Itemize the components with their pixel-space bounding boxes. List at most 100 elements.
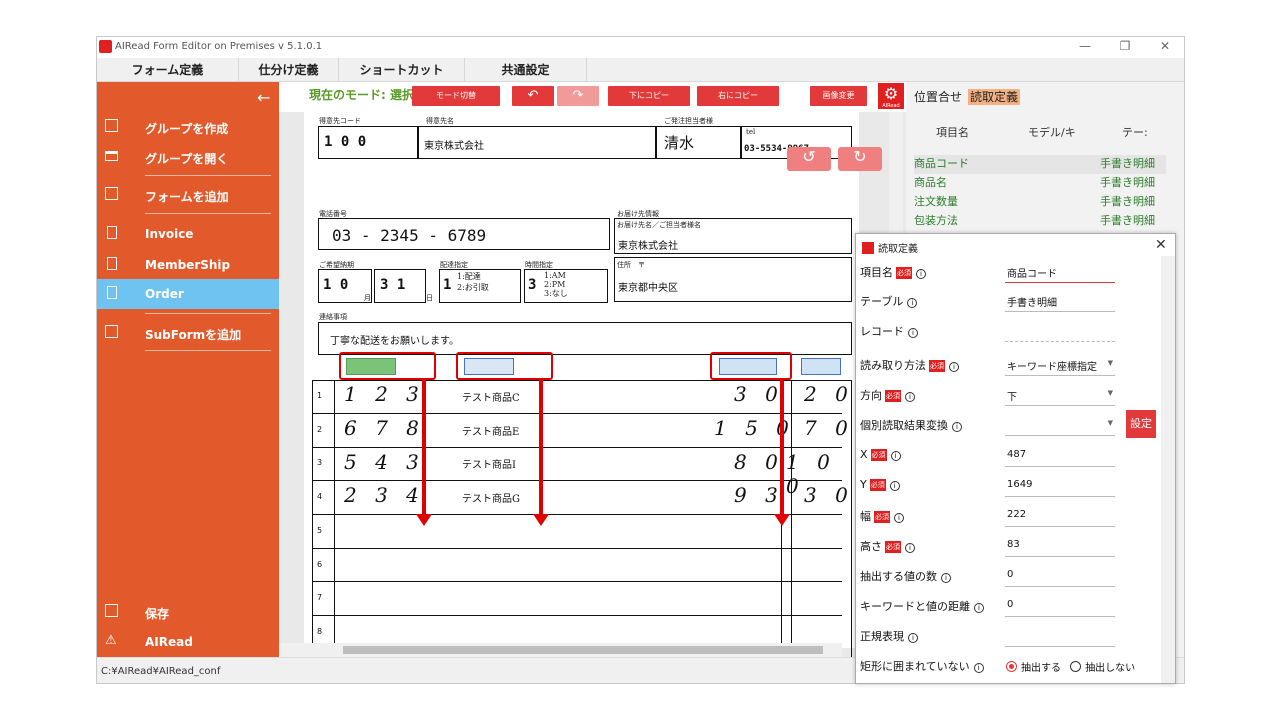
airead-brand: ⚠ AIRead: [97, 627, 279, 657]
info-icon[interactable]: i: [905, 543, 915, 553]
due-month-value: 1 0: [323, 277, 349, 293]
tab-position[interactable]: 位置合せ: [914, 90, 962, 104]
horizontal-scrollbar[interactable]: [279, 643, 842, 657]
minimize-button[interactable]: —: [1075, 39, 1095, 55]
info-icon[interactable]: i: [941, 573, 951, 583]
field-marker[interactable]: [801, 358, 841, 375]
info-icon[interactable]: i: [890, 451, 901, 461]
keyword-distance-input[interactable]: 0: [1005, 599, 1115, 617]
sidebar-item-invoice[interactable]: Invoice: [97, 219, 279, 249]
info-icon[interactable]: i: [908, 633, 918, 643]
field-name: 商品コード: [914, 157, 969, 170]
mode-switch-button[interactable]: モード切替: [412, 86, 500, 106]
rotate-left-button[interactable]: ↺: [787, 147, 831, 171]
info-icon[interactable]: i: [952, 422, 962, 432]
height-input[interactable]: 83: [1005, 539, 1115, 557]
extract-count-input[interactable]: 0: [1005, 569, 1115, 587]
y-input[interactable]: 1649: [1005, 479, 1115, 497]
radio-extract[interactable]: [1006, 661, 1017, 672]
copy-right-button[interactable]: 右にコピー: [697, 86, 779, 106]
result-conversion-select[interactable]: ▼: [1005, 418, 1115, 436]
time-spec-options: 1:AM 2:PM 3:なし: [544, 271, 568, 298]
plus-square-icon: [105, 325, 118, 338]
info-icon[interactable]: i: [907, 298, 918, 308]
info-icon[interactable]: i: [889, 481, 900, 491]
info-icon[interactable]: i: [949, 362, 959, 372]
field-table: 手書き明細: [1100, 176, 1155, 189]
read-method-select[interactable]: キーワード座標指定 ▼: [1005, 358, 1115, 376]
menu-common-settings[interactable]: 共通設定: [465, 58, 587, 82]
row-name: テスト商品E: [462, 427, 520, 438]
toolbar: 現在のモード: 選択 モード切替 ↶ ↷ 下にコピー 右にコピー 画像変更 ⚙ …: [279, 82, 906, 112]
rotate-right-button[interactable]: ↻: [838, 147, 882, 171]
down-arrow: [422, 380, 426, 515]
sidebar-item-label: フォームを追加: [145, 190, 229, 204]
document-icon: [107, 257, 117, 270]
prop-label: X: [860, 448, 868, 461]
column-header-model: モデル/キ: [1028, 126, 1076, 139]
info-icon[interactable]: i: [973, 663, 984, 673]
field-row[interactable]: 商品名 手書き明細: [914, 174, 1166, 193]
menu-sort-definition[interactable]: 仕分け定義: [239, 58, 339, 82]
regex-input[interactable]: [1005, 629, 1115, 647]
close-window-button[interactable]: ✕: [1155, 39, 1175, 55]
save-button[interactable]: 保存: [97, 597, 279, 627]
highlight-box: [710, 352, 792, 380]
sidebar-item-add-subform[interactable]: SubFormを追加: [97, 318, 279, 348]
delivery-spec-value: 1: [443, 277, 452, 293]
sidebar-item-order[interactable]: Order: [97, 279, 279, 309]
dialog-title-text: 読取定義: [878, 244, 918, 255]
field-row[interactable]: 包装方法 手書き明細: [914, 212, 1166, 231]
scrollbar-thumb[interactable]: [343, 646, 823, 654]
info-icon[interactable]: i: [908, 328, 918, 338]
dialog-close-button[interactable]: ✕: [1155, 237, 1167, 253]
prop-label: 方向: [860, 389, 882, 402]
menu-shortcut[interactable]: ショートカット: [339, 58, 465, 82]
app-logo-icon: [862, 242, 874, 254]
row-code: 6 7 8: [344, 416, 425, 440]
panel-tabs: 位置合せ 読取定義: [914, 88, 1021, 105]
info-icon[interactable]: i: [894, 513, 904, 523]
record-input[interactable]: [1005, 324, 1115, 342]
dialog-scrollbar[interactable]: [1161, 256, 1175, 683]
field-row[interactable]: 注文数量 手書き明細: [914, 193, 1166, 212]
sidebar-item-membership[interactable]: MemberShip: [97, 250, 279, 280]
direction-select[interactable]: 下 ▼: [1005, 388, 1115, 406]
set-button[interactable]: 設定: [1126, 410, 1156, 438]
copy-down-button[interactable]: 下にコピー: [608, 86, 690, 106]
prop-row-width: 幅必須 i 222: [860, 504, 1160, 528]
table-input[interactable]: 手書き明細: [1005, 294, 1115, 312]
sidebar-item-add-form[interactable]: フォームを追加: [97, 180, 279, 210]
row-number: 4: [317, 492, 323, 501]
sidebar-item-open-group[interactable]: グループを開く: [97, 142, 279, 172]
prop-label: 矩形に囲まれていない: [860, 660, 970, 673]
row-name: テスト商品G: [462, 494, 520, 505]
gear-icon[interactable]: ⚙ AIRead: [878, 83, 904, 109]
notes-label: 連絡事項: [319, 313, 347, 321]
document-icon: [107, 286, 117, 299]
divider: [145, 213, 271, 214]
customer-code-label: 得意先コード: [319, 117, 361, 125]
info-icon[interactable]: i: [905, 392, 915, 402]
info-icon[interactable]: i: [974, 603, 984, 613]
back-arrow-icon[interactable]: ←: [257, 88, 270, 107]
radio-no-extract[interactable]: [1070, 661, 1082, 672]
width-input[interactable]: 222: [1005, 509, 1115, 527]
redo-button[interactable]: ↷: [557, 86, 599, 106]
prop-label: キーワードと値の距離: [860, 600, 970, 613]
field-row[interactable]: 商品コード 手書き明細: [914, 155, 1166, 174]
day-unit: 日: [426, 294, 433, 302]
info-icon[interactable]: i: [916, 269, 926, 279]
undo-button[interactable]: ↶: [512, 86, 554, 106]
prop-row-extract-count: 抽出する値の数 i 0: [860, 564, 1160, 588]
tab-read-definition[interactable]: 読取定義: [968, 89, 1021, 105]
item-name-input[interactable]: 商品コード: [1005, 265, 1115, 283]
restore-button[interactable]: ❐: [1115, 39, 1135, 55]
image-change-button[interactable]: 画像変更: [810, 86, 867, 106]
field-name: 注文数量: [914, 195, 958, 208]
required-badge: 必須: [896, 267, 912, 279]
x-input[interactable]: 487: [1005, 449, 1115, 467]
down-arrow-head: [533, 514, 549, 526]
sidebar-item-create-group[interactable]: グループを作成: [97, 112, 279, 142]
menu-form-definition[interactable]: フォーム定義: [97, 58, 239, 82]
